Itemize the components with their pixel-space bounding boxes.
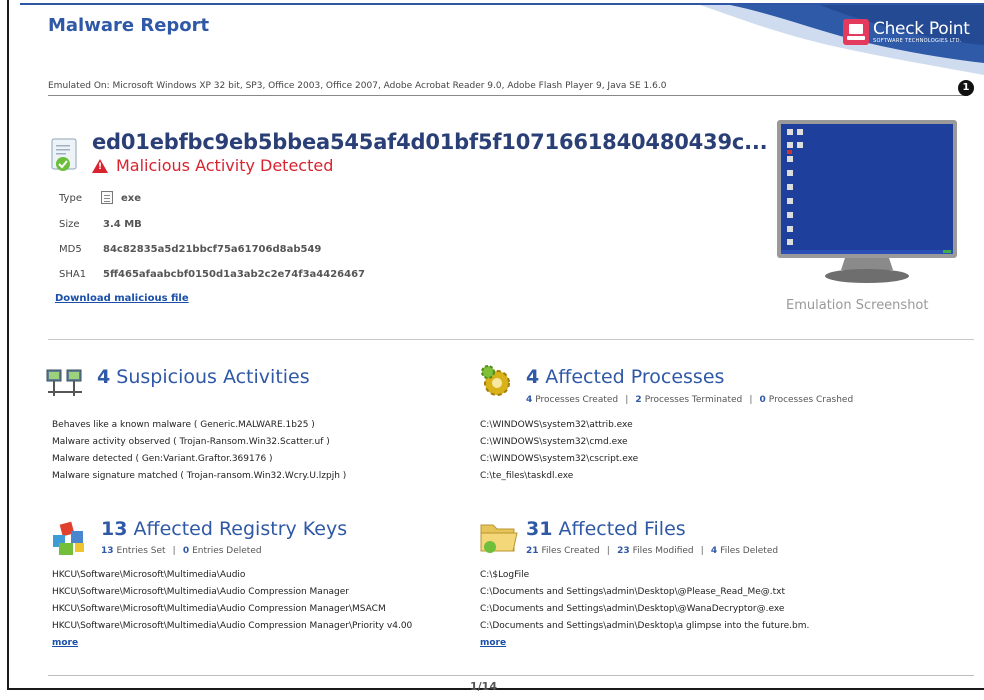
registry-item: HKCU\Software\Microsoft\Multimedia\Audio — [52, 570, 246, 580]
report-title: Malware Report — [48, 15, 210, 36]
processes-created-label: Processes Created — [535, 395, 619, 405]
registry-stats: 13 Entries Set | 0 Entries Deleted — [101, 546, 262, 556]
files-created-label: Files Created — [541, 546, 600, 556]
affected-registry-keys-title: 13 Affected Registry Keys — [101, 518, 347, 540]
registry-title-text: Affected Registry Keys — [133, 518, 348, 540]
stats-separator: | — [606, 546, 611, 556]
type-label: Type — [59, 193, 82, 204]
checkpoint-logo-icon — [843, 19, 869, 45]
page-number: 1/14 — [470, 680, 497, 693]
process-item: C:\te_files\taskdl.exe — [480, 471, 574, 481]
md5-value: 84c82835a5d21bbcf75a61706d8ab549 — [103, 244, 322, 255]
files-title-text: Affected Files — [558, 518, 686, 540]
warning-icon: ! — [92, 158, 108, 173]
files-created-count: 21 — [526, 546, 539, 556]
size-label: Size — [59, 219, 80, 230]
processes-crashed-count: 0 — [759, 395, 766, 405]
checkpoint-logo: Check Point SOFTWARE TECHNOLOGIES LTD. — [843, 16, 970, 48]
file-item: C:\Documents and Settings\admin\Desktop\… — [480, 587, 786, 597]
suspicious-item: Behaves like a known malware ( Generic.M… — [52, 420, 315, 430]
process-item: C:\WINDOWS\system32\cscript.exe — [480, 454, 639, 464]
processes-count: 4 — [526, 366, 540, 388]
registry-count: 13 — [101, 518, 128, 540]
files-stats: 21 Files Created | 23 Files Modified | 4 Fi… — [526, 546, 778, 556]
sha1-label: SHA1 — [59, 269, 87, 280]
process-item: C:\WINDOWS\system32\cmd.exe — [480, 437, 628, 447]
processes-stats: 4 Processes Created | 2 Processes Terminat… — [526, 395, 853, 405]
stats-separator: | — [172, 546, 176, 556]
verdict-text: Malicious Activity Detected — [116, 156, 334, 175]
footer-divider — [48, 675, 974, 676]
brand-subtitle: SOFTWARE TECHNOLOGIES LTD. — [873, 38, 962, 44]
file-item: C:\$LogFile — [480, 570, 530, 580]
file-icon — [51, 138, 77, 171]
verdict-banner: ! Malicious Activity Detected — [92, 156, 333, 175]
registry-item: HKCU\Software\Microsoft\Multimedia\Audio… — [52, 621, 413, 631]
type-value: exe — [121, 193, 142, 204]
registry-blocks-icon — [53, 521, 84, 555]
suspicious-item: Malware signature matched ( Trojan-ranso… — [52, 471, 347, 481]
affected-processes-title: 4 Affected Processes — [526, 366, 724, 388]
registry-more-link[interactable]: more — [52, 638, 78, 648]
network-computers-icon — [46, 369, 82, 396]
stats-separator: | — [625, 395, 629, 405]
files-more-link[interactable]: more — [480, 638, 506, 648]
section-divider — [48, 339, 974, 340]
entries-deleted-count: 0 — [182, 546, 190, 556]
emulation-screenshot[interactable] — [775, 120, 957, 290]
files-deleted-label: Files Deleted — [720, 546, 779, 556]
stats-separator: | — [749, 395, 753, 405]
entries-deleted-label: Entries Deleted — [192, 546, 262, 556]
processes-terminated-count: 2 — [635, 395, 642, 405]
suspicious-count: 4 — [97, 366, 111, 388]
file-item: C:\Documents and Settings\admin\Desktop\… — [480, 621, 810, 631]
emulated-on-text: Emulated On: Microsoft Windows XP 32 bit… — [48, 81, 667, 91]
suspicious-activities-title: 4 Suspicious Activities — [97, 366, 310, 388]
page-frame-left — [7, 0, 9, 690]
suspicious-item: Malware activity observed ( Trojan-Ranso… — [52, 437, 330, 447]
affected-files-title: 31 Affected Files — [526, 518, 686, 540]
folder-icon — [480, 524, 518, 553]
file-hash: ed01ebfbc9eb5bbea545af4d01bf5f1071661840… — [92, 130, 768, 154]
suspicious-title-text: Suspicious Activities — [116, 366, 310, 388]
brand-name: Check Point — [873, 19, 970, 39]
files-modified-count: 23 — [617, 546, 630, 556]
emulation-screenshot-caption: Emulation Screenshot — [786, 298, 929, 313]
annotation-marker: 1 — [958, 80, 974, 96]
stats-separator: | — [700, 546, 704, 556]
process-item: C:\WINDOWS\system32\attrib.exe — [480, 420, 633, 430]
processes-created-count: 4 — [526, 395, 533, 405]
files-count: 31 — [526, 518, 553, 540]
size-value: 3.4 MB — [103, 219, 142, 230]
header-divider — [48, 95, 968, 96]
registry-item: HKCU\Software\Microsoft\Multimedia\Audio… — [52, 587, 349, 597]
document-icon — [101, 191, 113, 204]
file-item: C:\Documents and Settings\admin\Desktop\… — [480, 604, 785, 614]
download-malicious-file-link[interactable]: Download malicious file — [55, 293, 189, 304]
files-modified-label: Files Modified — [632, 546, 694, 556]
entries-set-count: 13 — [101, 546, 114, 556]
processes-title-text: Affected Processes — [545, 366, 725, 388]
files-deleted-count: 4 — [710, 546, 718, 556]
entries-set-label: Entries Set — [116, 546, 166, 556]
report-page: Malware Report Check Point SOFTWARE TECH… — [0, 0, 984, 700]
processes-crashed-label: Processes Crashed — [768, 395, 854, 405]
suspicious-item: Malware detected ( Gen:Variant.Graftor.3… — [52, 454, 273, 464]
sha1-value: 5ff465afaabcbf0150d1a3ab2c2e74f3a4426467 — [103, 269, 365, 280]
md5-label: MD5 — [59, 244, 82, 255]
gears-icon — [481, 365, 510, 396]
registry-item: HKCU\Software\Microsoft\Multimedia\Audio… — [52, 604, 386, 614]
processes-terminated-label: Processes Terminated — [644, 395, 743, 405]
